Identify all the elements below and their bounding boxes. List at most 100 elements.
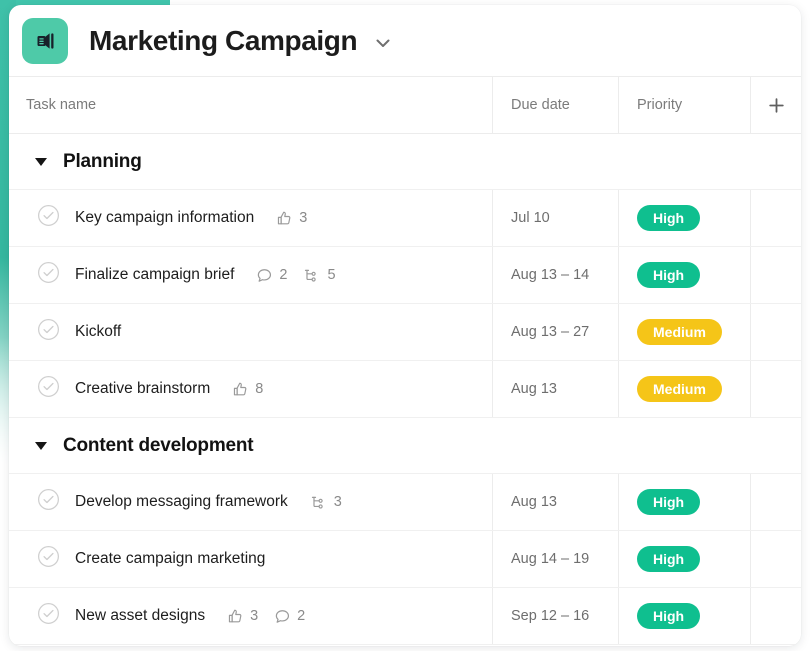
status-badge[interactable]: High bbox=[637, 205, 701, 231]
task-name-label[interactable]: Create campaign marketing bbox=[75, 550, 265, 568]
empty-cell bbox=[750, 247, 801, 303]
priority-cell[interactable]: High bbox=[618, 588, 750, 644]
task-meta-thumbs-up[interactable]: 8 bbox=[232, 381, 263, 398]
due-date-cell[interactable]: Sep 12 – 16 bbox=[492, 588, 618, 644]
priority-cell[interactable]: High bbox=[618, 247, 750, 303]
status-badge[interactable]: High bbox=[637, 546, 701, 572]
task-name-label[interactable]: Key campaign information bbox=[75, 209, 254, 227]
task-meta-thumbs-up[interactable]: 3 bbox=[276, 210, 307, 227]
meta-count: 3 bbox=[333, 494, 342, 510]
table-row[interactable]: Key campaign information 3 Jul 10 High bbox=[9, 190, 801, 247]
task-meta-comment[interactable]: 2 bbox=[274, 608, 305, 625]
priority-cell[interactable]: Medium bbox=[618, 361, 750, 417]
due-date-label: Jul 10 bbox=[511, 210, 550, 226]
due-date-label: Aug 13 – 27 bbox=[511, 324, 590, 340]
page-title: Marketing Campaign bbox=[89, 24, 358, 56]
complete-task-checkbox-icon[interactable] bbox=[37, 375, 60, 403]
task-meta-comment[interactable]: 2 bbox=[256, 267, 287, 284]
caret-down-icon[interactable] bbox=[35, 157, 47, 166]
complete-task-checkbox-icon[interactable] bbox=[37, 602, 60, 630]
section-row: Planning bbox=[9, 134, 801, 190]
column-header-priority[interactable]: Priority bbox=[618, 77, 750, 133]
task-meta-group: 32 bbox=[227, 608, 305, 625]
table-row[interactable]: Creative brainstorm 8 Aug 13 Medium bbox=[9, 361, 801, 418]
meta-count: 3 bbox=[250, 608, 259, 624]
due-date-cell[interactable]: Aug 13 – 27 bbox=[492, 304, 618, 360]
column-header-due-date[interactable]: Due date bbox=[492, 77, 618, 133]
complete-task-checkbox-icon[interactable] bbox=[37, 488, 60, 516]
task-meta-group: 8 bbox=[232, 381, 263, 398]
task-meta-thumbs-up[interactable]: 3 bbox=[227, 608, 258, 625]
status-badge[interactable]: High bbox=[637, 489, 701, 515]
due-date-cell[interactable]: Aug 13 bbox=[492, 474, 618, 530]
empty-cell bbox=[750, 361, 801, 417]
meta-count: 2 bbox=[297, 608, 306, 624]
status-badge[interactable]: High bbox=[637, 262, 701, 288]
add-column-cell bbox=[750, 77, 801, 133]
priority-cell[interactable]: Medium bbox=[618, 304, 750, 360]
caret-down-icon[interactable] bbox=[35, 441, 47, 450]
table-row[interactable]: Create campaign marketing Aug 14 – 19 High bbox=[9, 531, 801, 588]
status-badge[interactable]: High bbox=[637, 603, 701, 629]
thumbs-up-icon bbox=[232, 381, 249, 398]
subtask-icon bbox=[303, 267, 321, 284]
meta-count: 8 bbox=[255, 381, 264, 397]
task-name-label[interactable]: Finalize campaign brief bbox=[75, 266, 234, 284]
task-name-label[interactable]: Creative brainstorm bbox=[75, 380, 210, 398]
thumbs-up-icon bbox=[276, 210, 293, 227]
thumbs-up-icon bbox=[227, 608, 244, 625]
section-row: Content development bbox=[9, 418, 801, 474]
task-cell: Kickoff bbox=[9, 304, 492, 360]
priority-cell[interactable]: High bbox=[618, 531, 750, 587]
task-name-label[interactable]: Kickoff bbox=[75, 323, 121, 341]
task-meta-subtask[interactable]: 3 bbox=[310, 494, 342, 511]
app-root: Marketing Campaign Task name Due date Pr… bbox=[0, 0, 810, 651]
status-badge[interactable]: Medium bbox=[637, 376, 722, 402]
chevron-down-icon[interactable] bbox=[373, 29, 393, 53]
due-date-cell[interactable]: Jul 10 bbox=[492, 190, 618, 246]
complete-task-checkbox-icon[interactable] bbox=[37, 204, 60, 232]
task-table: Task name Due date Priority Planning Key … bbox=[9, 77, 801, 645]
table-row[interactable]: Develop messaging framework 3 Aug 13 High bbox=[9, 474, 801, 531]
due-date-label: Aug 13 bbox=[511, 494, 557, 510]
due-date-cell[interactable]: Aug 13 bbox=[492, 361, 618, 417]
status-badge[interactable]: Medium bbox=[637, 319, 722, 345]
due-date-label: Aug 13 bbox=[511, 381, 557, 397]
due-date-label: Aug 13 – 14 bbox=[511, 267, 590, 283]
meta-count: 2 bbox=[279, 267, 288, 283]
empty-cell bbox=[750, 474, 801, 530]
empty-cell bbox=[750, 190, 801, 246]
table-header-row: Task name Due date Priority bbox=[9, 77, 801, 134]
section-title[interactable]: Planning bbox=[63, 151, 142, 173]
priority-cell[interactable]: High bbox=[618, 474, 750, 530]
empty-cell bbox=[750, 304, 801, 360]
task-cell: Finalize campaign brief 2 5 bbox=[9, 247, 492, 303]
due-date-cell[interactable]: Aug 14 – 19 bbox=[492, 531, 618, 587]
due-date-cell[interactable]: Aug 13 – 14 bbox=[492, 247, 618, 303]
project-header: Marketing Campaign bbox=[9, 5, 801, 77]
comment-icon bbox=[256, 267, 273, 284]
complete-task-checkbox-icon[interactable] bbox=[37, 261, 60, 289]
task-cell: Creative brainstorm 8 bbox=[9, 361, 492, 417]
empty-cell bbox=[750, 531, 801, 587]
table-row[interactable]: New asset designs 3 2 Sep 12 – 16 High bbox=[9, 588, 801, 645]
task-name-label[interactable]: New asset designs bbox=[75, 607, 205, 625]
task-meta-group: 3 bbox=[310, 494, 342, 511]
section-title[interactable]: Content development bbox=[63, 435, 254, 457]
priority-cell[interactable]: High bbox=[618, 190, 750, 246]
task-name-label[interactable]: Develop messaging framework bbox=[75, 493, 288, 511]
plus-icon[interactable] bbox=[763, 92, 789, 118]
task-cell: Develop messaging framework 3 bbox=[9, 474, 492, 530]
table-row[interactable]: Kickoff Aug 13 – 27 Medium bbox=[9, 304, 801, 361]
megaphone-icon bbox=[22, 17, 68, 64]
complete-task-checkbox-icon[interactable] bbox=[37, 318, 60, 346]
meta-count: 5 bbox=[327, 267, 336, 283]
column-header-task-name[interactable]: Task name bbox=[9, 77, 492, 133]
due-date-label: Sep 12 – 16 bbox=[511, 608, 590, 624]
comment-icon bbox=[274, 608, 291, 625]
task-meta-subtask[interactable]: 5 bbox=[303, 267, 336, 284]
complete-task-checkbox-icon[interactable] bbox=[37, 545, 60, 573]
empty-cell bbox=[750, 588, 801, 644]
task-cell: New asset designs 3 2 bbox=[9, 588, 492, 644]
table-row[interactable]: Finalize campaign brief 2 5 Aug 13 – 14 High bbox=[9, 247, 801, 304]
